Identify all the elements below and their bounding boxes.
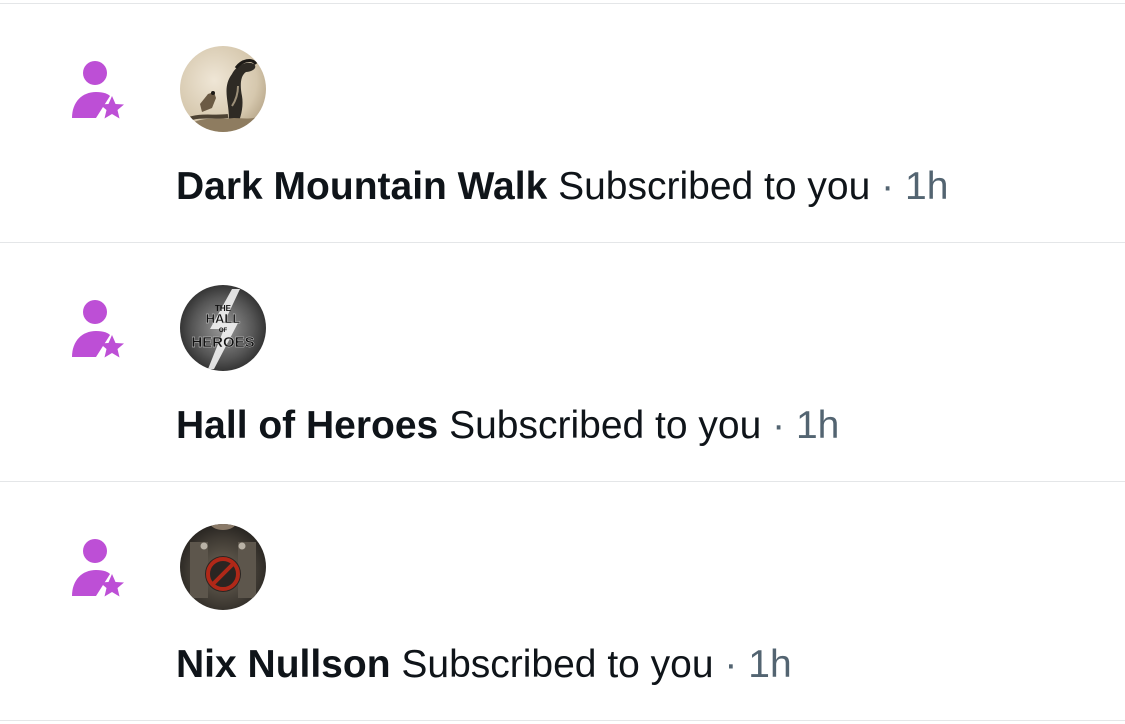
- notification-item[interactable]: Dark Mountain Walk Subscribed to you · 1…: [0, 4, 1125, 243]
- separator: ·: [772, 404, 786, 447]
- notification-item[interactable]: THE HALL OF HEROES Hall of Heroes Subscr…: [0, 243, 1125, 482]
- subscriber-star-icon: [72, 300, 124, 358]
- user-name[interactable]: Nix Nullson: [176, 643, 391, 686]
- user-name[interactable]: Dark Mountain Walk: [176, 165, 547, 208]
- hall-of-heroes-logo-avatar[interactable]: THE HALL OF HEROES: [180, 285, 266, 371]
- timestamp[interactable]: 1h: [796, 404, 839, 447]
- separator: ·: [881, 165, 895, 208]
- subscriber-star-icon: [72, 61, 124, 119]
- subscriber-star-icon: [72, 539, 124, 597]
- user-name[interactable]: Hall of Heroes: [176, 404, 438, 447]
- separator: ·: [724, 643, 738, 686]
- action-text: Subscribed to you: [558, 165, 871, 208]
- snake-photo-avatar[interactable]: [180, 46, 266, 132]
- action-text: Subscribed to you: [401, 643, 714, 686]
- timestamp[interactable]: 1h: [905, 165, 948, 208]
- notification-item[interactable]: Nix Nullson Subscribed to you · 1h: [0, 482, 1125, 721]
- no-symbol-armor-avatar[interactable]: [180, 524, 266, 610]
- logo-text-hall: HALL: [206, 311, 241, 326]
- action-text: Subscribed to you: [449, 404, 762, 447]
- notification-text: Nix Nullson Subscribed to you · 1h: [176, 640, 792, 690]
- notification-text: Dark Mountain Walk Subscribed to you · 1…: [176, 162, 948, 212]
- timestamp[interactable]: 1h: [748, 643, 791, 686]
- notification-text: Hall of Heroes Subscribed to you · 1h: [176, 401, 839, 451]
- logo-text-heroes: HEROES: [191, 334, 254, 351]
- notifications-feed: Dark Mountain Walk Subscribed to you · 1…: [0, 4, 1125, 721]
